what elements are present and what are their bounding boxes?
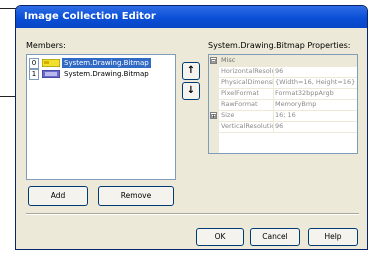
help-button-label: Help xyxy=(324,232,342,241)
title-bar[interactable]: Image Collection Editor xyxy=(16,6,367,28)
property-value: 96 xyxy=(275,67,284,75)
ok-button[interactable]: OK xyxy=(196,228,244,246)
cancel-button-label: Cancel xyxy=(262,232,288,241)
member-name: System.Drawing.Bitmap xyxy=(62,58,151,68)
property-grid[interactable]: ⊟ Misc HorizontalResolu 96 PhysicalDimen… xyxy=(208,54,358,154)
property-value: MemoryBmp xyxy=(275,100,317,108)
category-label: Misc xyxy=(221,56,236,64)
dialog-title: Image Collection Editor xyxy=(24,11,156,22)
member-item-0[interactable]: 0 System.Drawing.Bitmap xyxy=(28,58,174,69)
collapse-category-icon[interactable]: ⊟ xyxy=(210,57,217,65)
member-index: 0 xyxy=(29,58,39,69)
column-divider xyxy=(273,121,274,132)
bitmap-thumbnail-icon xyxy=(42,70,60,78)
add-button-label: Add xyxy=(50,191,66,200)
column-divider xyxy=(273,88,274,99)
property-name: RawFormat xyxy=(221,100,258,108)
property-name: PhysicalDimensio xyxy=(221,78,273,86)
help-button[interactable]: Help xyxy=(308,228,358,246)
members-label: Members: xyxy=(26,41,66,50)
arrow-down-icon: ↓ xyxy=(186,85,196,96)
column-divider xyxy=(273,110,274,121)
property-value: Format32bppArgb xyxy=(275,89,334,97)
property-name: Size xyxy=(221,111,235,119)
member-index: 1 xyxy=(29,69,39,80)
arrow-up-icon: ↑ xyxy=(186,65,196,76)
add-button[interactable]: Add xyxy=(28,186,88,206)
property-name: HorizontalResolu xyxy=(221,67,273,75)
column-divider xyxy=(273,99,274,110)
property-name: VerticalResolutio xyxy=(221,122,273,130)
expand-size-icon[interactable]: ⊞ xyxy=(210,112,217,120)
column-divider xyxy=(273,66,274,77)
property-value: 16; 16 xyxy=(275,111,296,119)
property-row[interactable]: VerticalResolutio 96 xyxy=(209,121,357,133)
properties-label: System.Drawing.Bitmap Properties: xyxy=(208,41,351,50)
bitmap-thumbnail-icon xyxy=(42,59,60,67)
ok-button-label: OK xyxy=(214,232,226,241)
move-up-button[interactable]: ↑ xyxy=(182,62,200,80)
cancel-button[interactable]: Cancel xyxy=(250,228,300,246)
move-down-button[interactable]: ↓ xyxy=(182,82,200,100)
property-name: PixelFormat xyxy=(221,89,259,97)
column-divider xyxy=(273,77,274,88)
member-item-1[interactable]: 1 System.Drawing.Bitmap xyxy=(28,69,174,80)
member-name: System.Drawing.Bitmap xyxy=(64,70,149,78)
remove-button[interactable]: Remove xyxy=(98,186,174,206)
remove-button-label: Remove xyxy=(120,191,152,200)
separator xyxy=(26,213,359,215)
property-value: 96 xyxy=(275,122,284,130)
image-collection-editor-dialog: Image Collection Editor Members: System.… xyxy=(15,5,368,250)
members-list[interactable]: 0 System.Drawing.Bitmap 1 System.Drawing… xyxy=(26,54,176,180)
property-value: {Width=16, Height=16} xyxy=(275,78,356,86)
